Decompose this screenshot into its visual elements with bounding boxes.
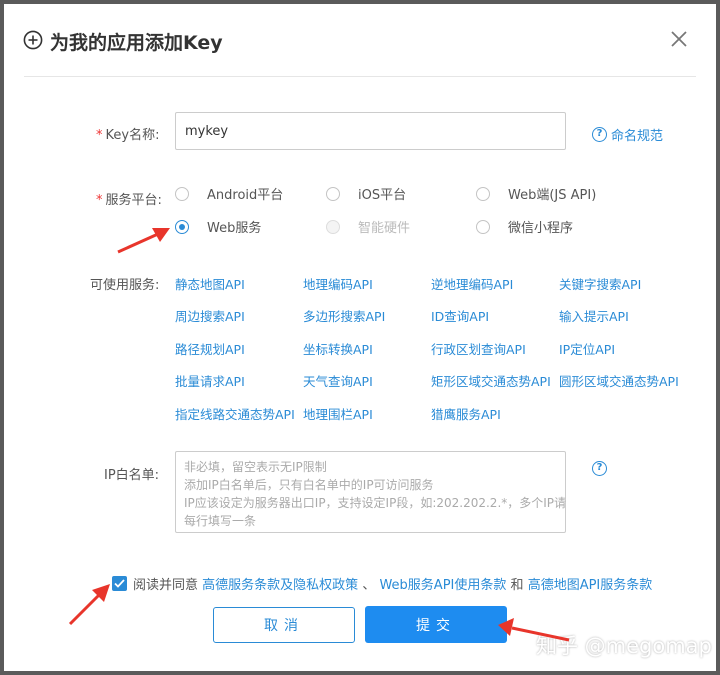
required-asterisk: * (96, 128, 103, 143)
close-icon[interactable] (670, 30, 688, 48)
platform-label: * 服务平台: (96, 193, 162, 208)
agreement-row: 阅读并同意 高德服务条款及隐私权政策 、 Web服务API使用条款 和 高德地图… (112, 574, 652, 593)
radio-circle-selected (175, 219, 189, 234)
service-link[interactable]: 输入提示API (559, 306, 629, 325)
service-link[interactable]: 周边搜索API (175, 306, 245, 325)
service-link[interactable]: 路径规划API (175, 339, 245, 358)
radio-circle (175, 186, 189, 201)
placeholder-line: 添加IP白名单后，只有白名单中的IP可访问服务 (184, 478, 434, 492)
check-icon (114, 579, 125, 588)
placeholder-line: 非必填，留空表示无IP限制 (184, 460, 327, 474)
key-name-input[interactable] (175, 112, 566, 150)
service-link[interactable]: 行政区划查询API (431, 339, 526, 358)
radio-wechat-miniprogram[interactable]: 微信小程序 (476, 217, 573, 236)
services-label: 可使用服务: (90, 278, 160, 293)
question-circle-icon: ? (592, 127, 607, 142)
service-link[interactable]: ID查询API (431, 306, 489, 325)
service-link[interactable]: 静态地图API (175, 274, 245, 293)
service-link[interactable]: 关键字搜索API (559, 274, 641, 293)
placeholder-line: IP应该设定为服务器出口IP，支持设定IP段，如:202.202.2.*，多个I… (184, 496, 567, 510)
service-link[interactable]: IP定位API (559, 339, 615, 358)
annotation-arrows (68, 228, 570, 642)
arrow-to-web-service (117, 228, 170, 254)
service-link[interactable]: 多边形搜索API (303, 306, 385, 325)
separator: 、 (362, 578, 376, 593)
ip-help-button[interactable]: ? (592, 455, 611, 476)
service-link[interactable]: 圆形区域交通态势API (559, 371, 679, 390)
ip-whitelist-label: IP白名单: (104, 468, 160, 483)
dialog-header: 为我的应用添加Key (4, 4, 716, 76)
terms-link[interactable]: 高德服务条款及隐私权政策 (202, 574, 358, 593)
question-circle-icon: ? (592, 461, 607, 476)
ip-whitelist-textarea[interactable]: 非必填，留空表示无IP限制 添加IP白名单后，只有白名单中的IP可访问服务 IP… (175, 451, 566, 533)
radio-ios[interactable]: iOS平台 (326, 184, 406, 203)
arrow-to-checkbox (68, 584, 110, 626)
radio-web-js[interactable]: Web端(JS API) (476, 184, 596, 203)
agreement-prefix: 阅读并同意 (133, 578, 199, 593)
required-asterisk: * (96, 193, 103, 208)
radio-web-service[interactable]: Web服务 (175, 217, 261, 236)
radio-circle (476, 219, 490, 234)
service-link[interactable]: 批量请求API (175, 371, 245, 390)
service-link[interactable]: 坐标转换API (303, 339, 373, 358)
add-circle-icon (23, 30, 43, 50)
service-link[interactable]: 猎鹰服务API (431, 404, 501, 423)
radio-circle (326, 186, 340, 201)
radio-circle (476, 186, 490, 201)
service-link[interactable]: 指定线路交通态势API (175, 404, 295, 423)
radio-android[interactable]: Android平台 (175, 184, 283, 203)
service-link[interactable]: 地理围栏API (303, 404, 373, 423)
header-divider (24, 76, 696, 77)
radio-circle-disabled (326, 219, 340, 234)
naming-rules-link[interactable]: ? 命名规范 (592, 125, 663, 144)
key-name-label: * Key名称: (96, 128, 160, 143)
add-key-dialog: 为我的应用添加Key *Key名称: ?命名规范 *服务平台: Android平… (4, 4, 716, 671)
cancel-button[interactable]: 取消 (213, 607, 355, 643)
watermark: 知乎 @megomap (536, 634, 712, 658)
submit-button[interactable]: 提交 (365, 606, 507, 643)
amap-api-terms-link[interactable]: 高德地图API服务条款 (528, 574, 653, 593)
agreement-checkbox[interactable] (112, 576, 127, 591)
web-api-terms-link[interactable]: Web服务API使用条款 (379, 574, 506, 593)
placeholder-line: 每行填写一条 (184, 514, 257, 528)
service-link[interactable]: 逆地理编码API (431, 274, 513, 293)
service-link[interactable]: 地理编码API (303, 274, 373, 293)
separator: 和 (510, 578, 524, 593)
service-link[interactable]: 矩形区域交通态势API (431, 371, 551, 390)
service-link[interactable]: 天气查询API (303, 371, 373, 390)
radio-smart-hardware: 智能硬件 (326, 217, 410, 236)
dialog-title: 为我的应用添加Key (50, 32, 223, 54)
